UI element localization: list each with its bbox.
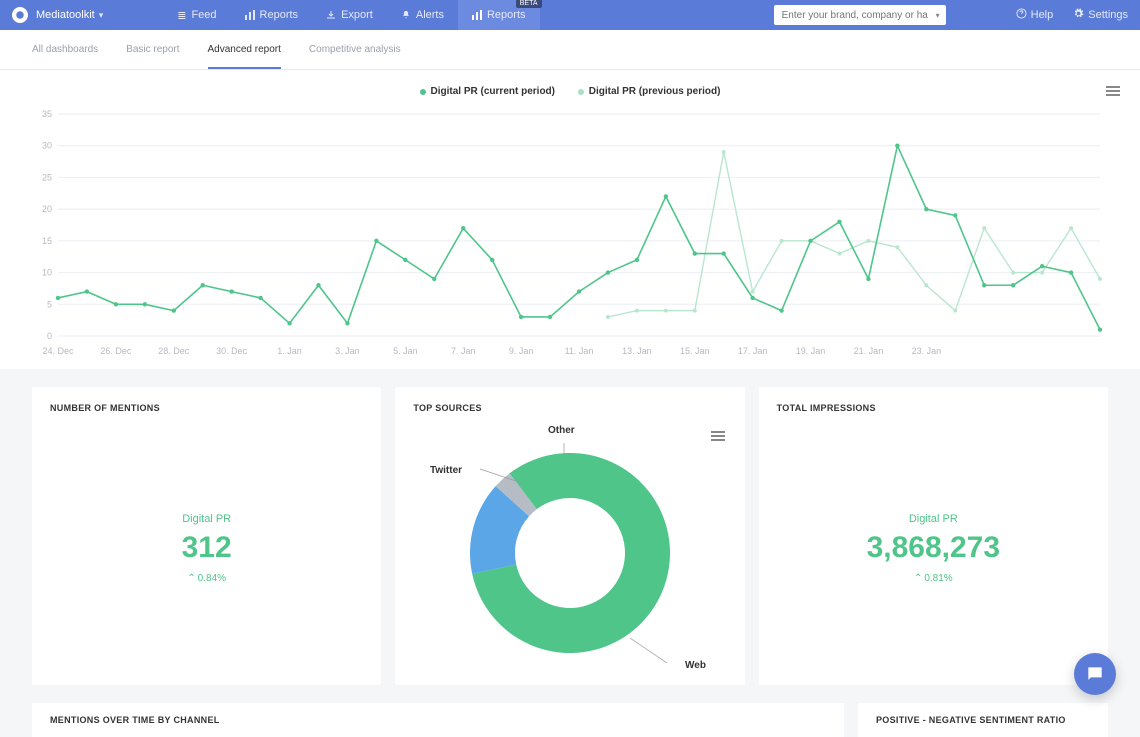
legend-previous[interactable]: Digital PR (previous period) [578, 86, 721, 97]
legend-current[interactable]: Digital PR (current period) [420, 86, 555, 97]
donut-chart: Web Twitter Other [460, 443, 680, 663]
svg-text:19. Jan: 19. Jan [796, 346, 826, 356]
card-total-impressions: TOTAL IMPRESSIONS Digital PR 3,868,273 ⌃… [759, 387, 1108, 685]
settings-label: Settings [1088, 9, 1128, 21]
tab-advanced-report[interactable]: Advanced report [208, 30, 281, 69]
mentions-over-time-chart: Digital PR (current period) Digital PR (… [0, 70, 1140, 369]
nav-reports-label: Reports [260, 9, 299, 21]
card-sentiment-ratio: POSITIVE - NEGATIVE SENTIMENT RATIO [858, 703, 1108, 737]
kpi-cards-row: NUMBER OF MENTIONS Digital PR 312 ⌃0.84%… [0, 387, 1140, 703]
svg-text:3. Jan: 3. Jan [335, 346, 360, 356]
svg-text:30. Dec: 30. Dec [216, 346, 248, 356]
tab-all-dashboards[interactable]: All dashboards [32, 30, 98, 69]
chart-menu-icon[interactable] [1106, 84, 1120, 98]
second-cards-row: MENTIONS OVER TIME BY CHANNEL POSITIVE -… [0, 703, 1140, 737]
help-label: Help [1031, 9, 1054, 21]
gear-icon [1073, 8, 1084, 22]
tab-basic-report[interactable]: Basic report [126, 30, 179, 69]
nav-reports[interactable]: Reports [231, 0, 313, 30]
legend-current-label: Digital PR (current period) [431, 86, 555, 97]
donut-label-web: Web [685, 660, 706, 671]
nav-feed[interactable]: ≣ Feed [163, 0, 230, 30]
svg-text:1. Jan: 1. Jan [277, 346, 302, 356]
svg-text:23. Jan: 23. Jan [912, 346, 942, 356]
svg-text:0: 0 [47, 331, 52, 341]
card-mentions-by-channel: MENTIONS OVER TIME BY CHANNEL [32, 703, 844, 737]
bar-chart-icon [472, 10, 482, 20]
bar-chart-icon [245, 10, 255, 20]
dot-icon [420, 89, 426, 95]
feed-icon: ≣ [177, 9, 186, 22]
legend-previous-label: Digital PR (previous period) [589, 86, 721, 97]
svg-text:9. Jan: 9. Jan [509, 346, 534, 356]
primary-nav: ≣ Feed Reports Export Alerts BETA [163, 0, 539, 30]
nav-reports-active[interactable]: BETA Reports [458, 0, 540, 30]
svg-text:5: 5 [47, 299, 52, 309]
top-right-links: Help Settings [996, 8, 1128, 22]
svg-text:28. Dec: 28. Dec [158, 346, 190, 356]
chart-menu-icon[interactable] [711, 429, 725, 443]
nav-alerts-label: Alerts [416, 9, 444, 21]
svg-text:35: 35 [42, 109, 52, 119]
nav-reports-active-label: Reports [487, 9, 526, 21]
svg-text:20: 20 [42, 204, 52, 214]
brand-name[interactable]: Mediatoolkit [36, 9, 95, 21]
question-circle-icon [1016, 8, 1027, 22]
report-subtabs: All dashboards Basic report Advanced rep… [0, 30, 1140, 70]
kpi-value: 3,868,273 [777, 531, 1090, 565]
svg-text:5. Jan: 5. Jan [393, 346, 418, 356]
kpi-delta: ⌃0.81% [777, 573, 1090, 584]
svg-text:15. Jan: 15. Jan [680, 346, 710, 356]
nav-alerts[interactable]: Alerts [387, 0, 458, 30]
download-icon [326, 10, 336, 20]
card-title: TOP SOURCES [413, 403, 726, 413]
svg-text:11. Jan: 11. Jan [565, 346, 594, 356]
kpi-value: 312 [50, 531, 363, 565]
chevron-down-icon[interactable]: ▾ [936, 11, 940, 20]
svg-text:15: 15 [42, 235, 52, 245]
tab-competitive-analysis[interactable]: Competitive analysis [309, 30, 401, 69]
chat-launcher-icon[interactable] [1074, 653, 1116, 695]
svg-text:24. Dec: 24. Dec [42, 346, 74, 356]
search-input[interactable] [774, 5, 946, 25]
kpi-label: Digital PR [50, 513, 363, 525]
arrow-up-icon: ⌃ [187, 573, 195, 584]
svg-text:26. Dec: 26. Dec [100, 346, 132, 356]
kpi-delta: ⌃0.84% [50, 573, 363, 584]
card-title: NUMBER OF MENTIONS [50, 403, 363, 413]
brand-logo-icon [12, 7, 28, 23]
svg-text:21. Jan: 21. Jan [854, 346, 884, 356]
chart-legend: Digital PR (current period) Digital PR (… [16, 80, 1124, 108]
kpi-label: Digital PR [777, 513, 1090, 525]
card-title: POSITIVE - NEGATIVE SENTIMENT RATIO [876, 715, 1090, 725]
nav-export-label: Export [341, 9, 373, 21]
settings-link[interactable]: Settings [1073, 8, 1128, 22]
svg-text:10: 10 [42, 267, 52, 277]
donut-label-twitter: Twitter [430, 465, 462, 476]
card-number-of-mentions: NUMBER OF MENTIONS Digital PR 312 ⌃0.84% [32, 387, 381, 685]
kpi-delta-value: 0.84% [198, 573, 226, 584]
svg-text:13. Jan: 13. Jan [622, 346, 652, 356]
dot-icon [578, 89, 584, 95]
card-title: TOTAL IMPRESSIONS [777, 403, 1090, 413]
svg-text:17. Jan: 17. Jan [738, 346, 768, 356]
card-title: MENTIONS OVER TIME BY CHANNEL [50, 715, 826, 725]
arrow-up-icon: ⌃ [914, 573, 922, 584]
bell-icon [401, 10, 411, 20]
nav-export[interactable]: Export [312, 0, 387, 30]
beta-badge: BETA [516, 0, 542, 8]
top-navbar: Mediatoolkit ▾ ≣ Feed Reports Export Ale… [0, 0, 1140, 30]
donut-label-other: Other [548, 425, 575, 436]
kpi-delta-value: 0.81% [924, 573, 952, 584]
card-top-sources: TOP SOURCES Web Twitter Other [395, 387, 744, 685]
search-wrap: ▾ [774, 5, 946, 25]
svg-text:25: 25 [42, 172, 52, 182]
svg-text:7. Jan: 7. Jan [451, 346, 476, 356]
nav-feed-label: Feed [191, 9, 216, 21]
chevron-down-icon[interactable]: ▾ [99, 10, 104, 21]
help-link[interactable]: Help [1016, 8, 1054, 22]
svg-text:30: 30 [42, 140, 52, 150]
line-chart-svg: 0 5 10 15 20 25 30 35 24. Dec 26. Dec 28. Dec 30. D… [16, 108, 1124, 358]
